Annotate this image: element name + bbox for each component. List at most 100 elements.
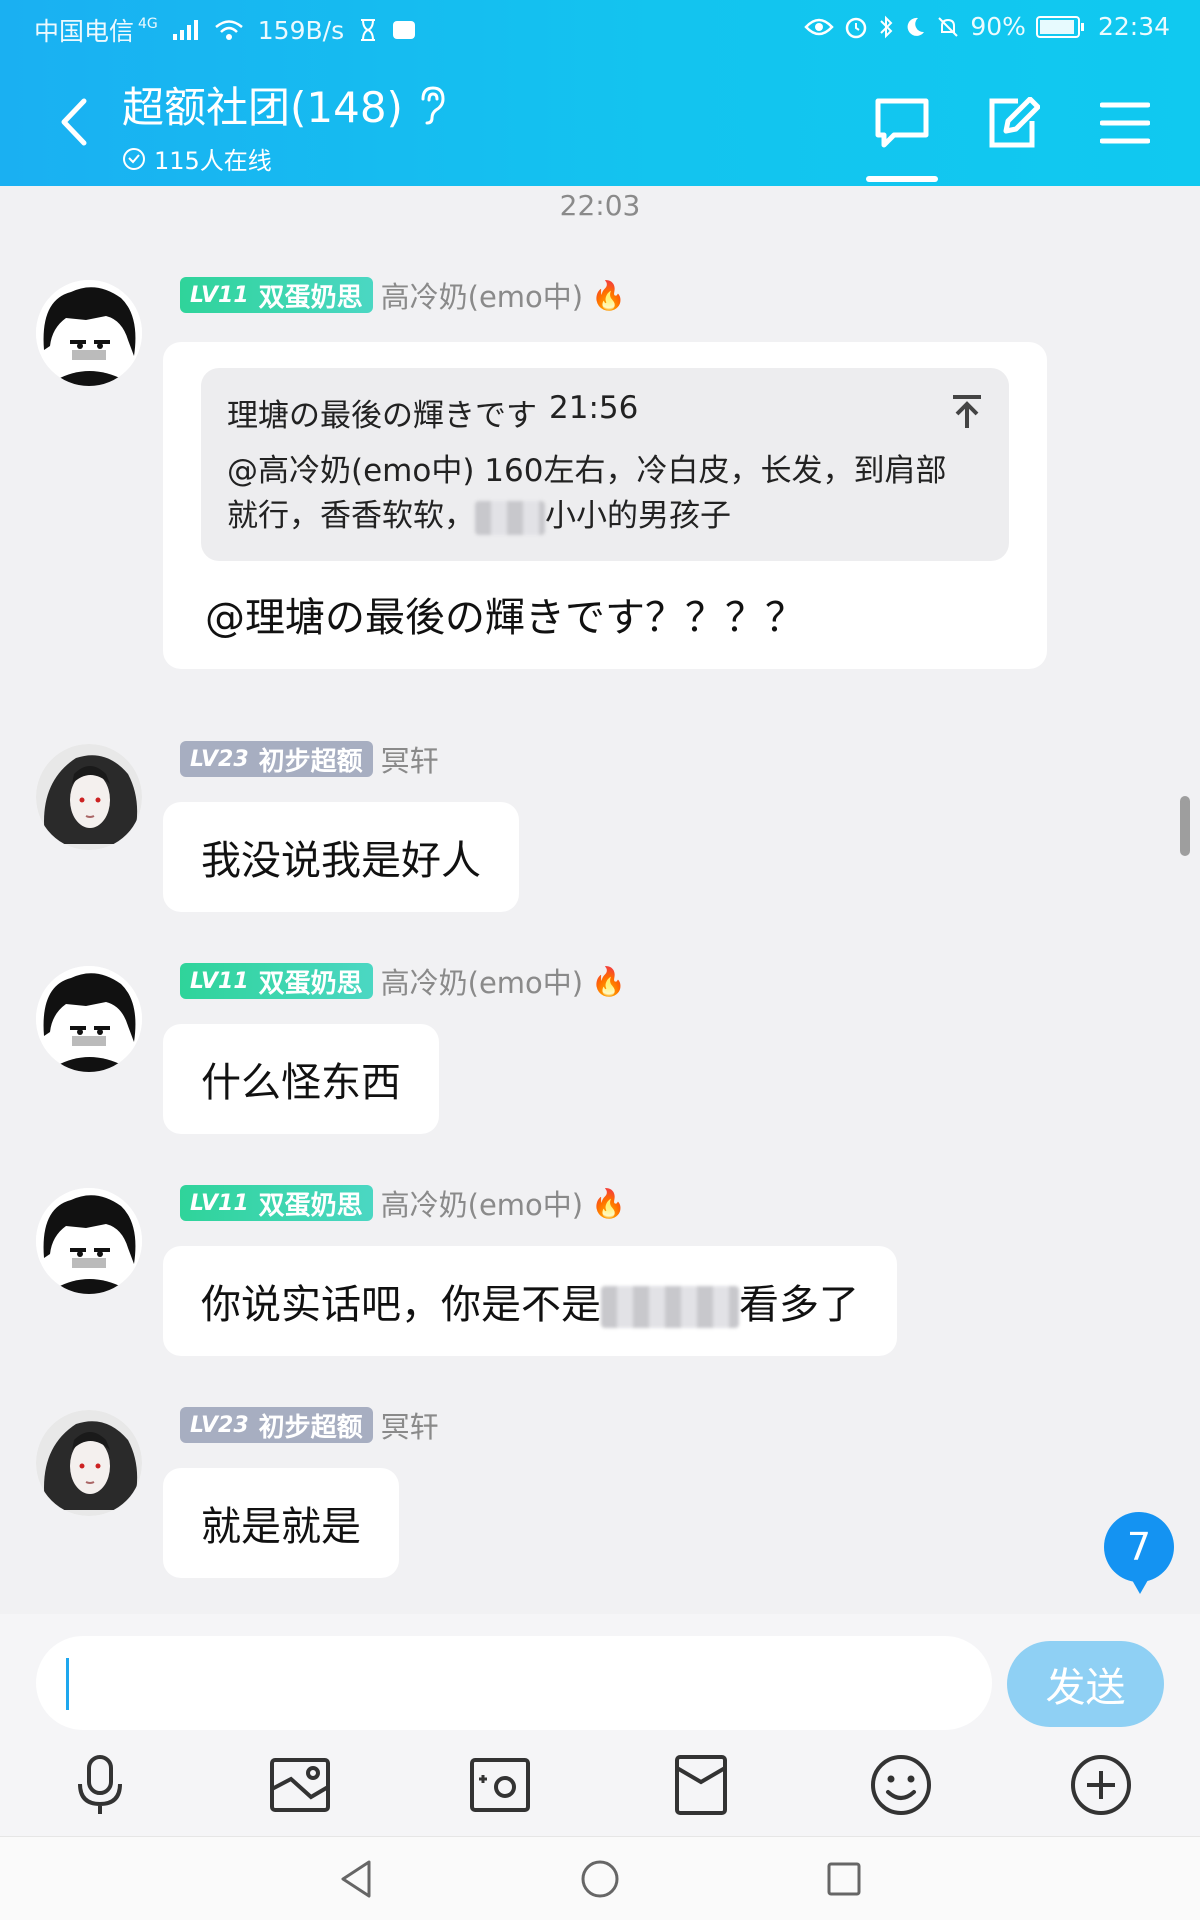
message-text: @理塘の最後の輝きです？？？？ <box>205 595 805 641</box>
badge-title: 双蛋奶思 <box>258 968 363 999</box>
camera-button[interactable] <box>465 1750 535 1820</box>
message-meta: LV23 初步超额 冥轩 <box>180 740 439 778</box>
input-area: 发送 <box>0 1614 1200 1836</box>
message-bubble[interactable]: 什么怪东西 <box>163 1024 439 1134</box>
clock: 22:34 <box>1097 12 1170 41</box>
level-badge: LV11 双蛋奶思 <box>180 277 373 313</box>
header: 中国电信 4G 159B/s 90% 22:34 超额社团(148) 115人在… <box>0 0 1200 186</box>
red-packet-icon <box>675 1755 727 1815</box>
level-badge: LV23 初步超额 <box>180 1407 373 1443</box>
quoted-message[interactable]: 理塘の最後の輝きです 21:56 @高冷奶(emo中) 160左右，冷白皮，长发… <box>201 368 1009 561</box>
sender-nickname[interactable]: 冥轩 <box>381 1404 439 1446</box>
moon-icon <box>904 16 926 38</box>
message-meta: LV23 初步超额 冥轩 <box>180 1406 439 1444</box>
avatar[interactable] <box>36 966 142 1072</box>
menu-icon <box>1100 102 1150 144</box>
battery-percent: 90% <box>970 12 1026 41</box>
badge-level: LV11 <box>190 968 249 994</box>
image-icon <box>270 1758 330 1812</box>
online-check-icon <box>123 147 145 170</box>
badge-title: 双蛋奶思 <box>258 1190 363 1221</box>
plus-icon <box>1071 1755 1131 1815</box>
system-nav-bar <box>0 1836 1200 1920</box>
message-text: 什么怪东西 <box>201 1060 401 1106</box>
censored-text <box>601 1286 739 1328</box>
scrollbar[interactable] <box>1180 796 1190 856</box>
badge-level: LV23 <box>190 746 249 772</box>
message-bubble[interactable]: 我没说我是好人 <box>163 802 519 912</box>
ear-icon <box>421 85 445 124</box>
fire-icon: 🔥 <box>591 964 626 998</box>
fire-icon: 🔥 <box>591 1186 626 1220</box>
input-toolbar <box>0 1750 1200 1830</box>
online-count: 115人在线 <box>154 147 272 175</box>
message-bubble[interactable]: 理塘の最後の輝きです 21:56 @高冷奶(emo中) 160左右，冷白皮，长发… <box>163 342 1047 669</box>
badge-level: LV11 <box>190 282 249 308</box>
voice-button[interactable] <box>65 1750 135 1820</box>
avatar[interactable] <box>36 280 142 386</box>
recents-square-icon <box>827 1862 861 1896</box>
send-button[interactable]: 发送 <box>1007 1641 1164 1727</box>
message-text: 就是就是 <box>201 1504 361 1550</box>
level-badge: LV11 双蛋奶思 <box>180 963 373 999</box>
emoji-button[interactable] <box>866 1750 936 1820</box>
text-caret <box>66 1658 69 1710</box>
eye-icon <box>804 17 835 37</box>
chevron-left-icon <box>61 98 87 146</box>
unread-count-badge[interactable]: 7 <box>1104 1512 1174 1594</box>
level-badge: LV11 双蛋奶思 <box>180 1185 373 1221</box>
fire-icon: 🔥 <box>591 278 626 312</box>
message-input[interactable] <box>36 1636 992 1730</box>
message-text: 你说实话吧，你是不是 <box>201 1282 601 1328</box>
status-bar: 中国电信 4G 159B/s 90% 22:34 <box>0 0 1200 56</box>
chat-timestamp: 22:03 <box>559 189 641 222</box>
sender-nickname[interactable]: 高冷奶(emo中) <box>381 960 583 1002</box>
badge-title: 双蛋奶思 <box>258 282 363 313</box>
battery-icon <box>1035 15 1084 38</box>
message-bubble[interactable]: 就是就是 <box>163 1468 399 1578</box>
mic-icon <box>78 1755 122 1814</box>
group-title: 超额社团(148) <box>122 83 403 132</box>
jump-to-quote-button[interactable] <box>951 394 983 440</box>
quote-author: 理塘の最後の輝きです <box>227 398 537 434</box>
nav-recents-button[interactable] <box>822 1857 866 1901</box>
level-badge: LV23 初步超额 <box>180 741 373 777</box>
message-text: 我没说我是好人 <box>201 838 481 884</box>
wifi-icon <box>214 19 244 41</box>
menu-button[interactable] <box>1094 92 1156 154</box>
avatar[interactable] <box>36 744 142 850</box>
message-meta: LV11 双蛋奶思 高冷奶(emo中) 🔥 <box>180 1184 626 1222</box>
group-title-area[interactable]: 超额社团(148) 115人在线 <box>122 74 447 176</box>
badge-title: 初步超额 <box>258 1412 363 1443</box>
nav-back-button[interactable] <box>334 1857 378 1901</box>
hourglass-icon <box>358 18 378 42</box>
back-triangle-icon <box>341 1860 371 1898</box>
chat-tab-button[interactable] <box>871 92 933 154</box>
bluetooth-icon <box>878 15 894 39</box>
emoji-icon <box>871 1755 931 1815</box>
edit-button[interactable] <box>983 92 1045 154</box>
image-button[interactable] <box>265 1750 335 1820</box>
badge-title: 初步超额 <box>258 746 363 777</box>
message-text-end: 看多了 <box>739 1282 859 1328</box>
jump-top-icon <box>953 395 981 428</box>
active-tab-indicator <box>866 176 938 182</box>
alarm-icon <box>844 15 868 39</box>
nav-home-button[interactable] <box>578 1857 622 1901</box>
censored-text <box>475 500 545 535</box>
sender-nickname[interactable]: 高冷奶(emo中) <box>381 1182 583 1224</box>
back-button[interactable] <box>52 92 96 152</box>
quote-time: 21:56 <box>549 390 639 426</box>
avatar[interactable] <box>36 1410 142 1516</box>
signal-icon <box>172 19 200 41</box>
network-type: 4G <box>138 16 158 32</box>
avatar[interactable] <box>36 1188 142 1294</box>
more-button[interactable] <box>1066 1750 1136 1820</box>
red-packet-button[interactable] <box>666 1750 736 1820</box>
sender-nickname[interactable]: 冥轩 <box>381 738 439 780</box>
message-meta: LV11 双蛋奶思 高冷奶(emo中) 🔥 <box>180 276 626 314</box>
sender-nickname[interactable]: 高冷奶(emo中) <box>381 274 583 316</box>
message-meta: LV11 双蛋奶思 高冷奶(emo中) 🔥 <box>180 962 626 1000</box>
carrier: 中国电信 <box>34 17 135 46</box>
message-bubble[interactable]: 你说实话吧，你是不是 看多了 <box>163 1246 897 1356</box>
